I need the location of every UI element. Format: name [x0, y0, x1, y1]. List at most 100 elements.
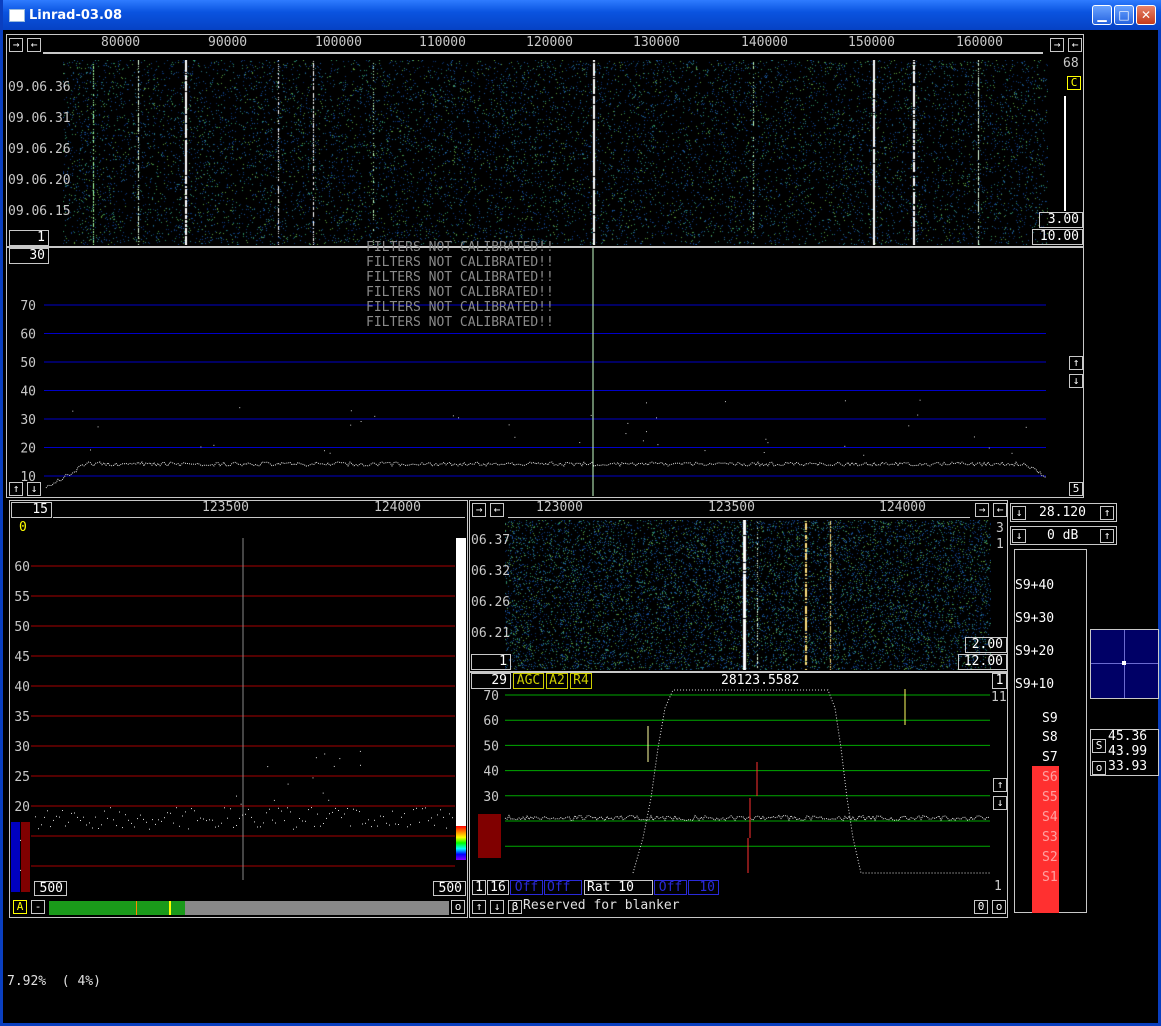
attenuation-value[interactable]: 0 dB [1047, 528, 1078, 543]
main-scroll-right-button-2[interactable]: → [1050, 38, 1064, 52]
hires-ctrl-off-3[interactable]: Off [654, 880, 687, 895]
hires-y-tick: 30 [483, 790, 499, 805]
atten-up-button[interactable]: ↑ [1100, 529, 1114, 543]
hires-waterfall-avg-box[interactable]: 1 [471, 654, 511, 670]
baseband-trace-point [146, 821, 147, 823]
a2-button[interactable]: A2 [546, 673, 568, 689]
hires-zoom-down-button[interactable]: ↓ [993, 796, 1007, 810]
hires-scroll-left-button[interactable]: ← [490, 503, 504, 517]
agc-button[interactable]: AGC [513, 673, 544, 689]
baseband-level-slider[interactable] [169, 901, 171, 915]
polarization-o-button[interactable]: o [1092, 761, 1106, 775]
baseband-trace-point [317, 813, 318, 815]
spectrum-level-up-button[interactable]: ↑ [9, 482, 23, 496]
r4-button[interactable]: R4 [570, 673, 592, 689]
hires-ctrl-1[interactable]: 1 [472, 880, 486, 895]
hires-zoom-up-button[interactable]: ↑ [993, 778, 1007, 792]
baseband-trace-point [437, 814, 438, 816]
atten-down-button[interactable]: ↓ [1012, 529, 1026, 543]
spectrum-zoom-up-button[interactable]: ↑ [1069, 356, 1083, 370]
baseband-trace-point [173, 822, 174, 824]
blanker-beta-button[interactable]: β [508, 900, 522, 914]
baseband-spectrum-graph[interactable]: 6055504540353025201510 [11, 520, 466, 880]
baseband-peak [328, 799, 330, 801]
baseband-trace-point [272, 819, 273, 821]
baseband-peak [236, 795, 237, 797]
baseband-a-button[interactable]: A [13, 900, 27, 914]
baseband-trace-point [311, 807, 312, 809]
s-meter-label: S3 [1042, 830, 1058, 845]
polarization-s-button[interactable]: S [1092, 739, 1106, 753]
main-waterfall-zero-box[interactable]: 10.00 [1032, 229, 1083, 245]
calibration-warning: FILTERS NOT CALIBRATED!! [366, 240, 554, 255]
hires-ctrl-off-1[interactable]: Off [510, 880, 543, 895]
baseband-o-button[interactable]: o [451, 900, 465, 914]
baseband-trace-point [302, 820, 303, 822]
hires-scroll-right-button-2[interactable]: → [975, 503, 989, 517]
blanker-o-button[interactable]: o [992, 900, 1006, 914]
baseband-left-box[interactable]: 15 [11, 502, 52, 518]
polarization-display[interactable] [1090, 629, 1159, 699]
hires-waterfall-display[interactable] [505, 520, 991, 670]
hires-ctrl-rat[interactable]: Rat 10 [584, 880, 653, 895]
baseband-level-bar[interactable] [49, 901, 449, 915]
main-freq-tick: 80000 [101, 35, 141, 50]
baseband-trace-point [338, 810, 339, 811]
spectrum-right-box[interactable]: 5 [1069, 482, 1083, 496]
blanker-up-button[interactable]: ↑ [472, 900, 486, 914]
baseband-bw-left-box[interactable]: 500 [34, 881, 67, 896]
baseband-trace-point [371, 826, 372, 828]
baseband-trace-point [194, 810, 195, 812]
main-scroll-right-button[interactable]: → [9, 38, 23, 52]
main-c-button[interactable]: C [1067, 76, 1081, 90]
hires-scroll-left-button-2[interactable]: ← [993, 503, 1007, 517]
close-button[interactable]: ✕ [1136, 5, 1156, 25]
polarization-value: 33.93 [1108, 759, 1148, 774]
baseband-trace-point [41, 824, 42, 826]
hires-right-box[interactable]: 1 [992, 673, 1007, 689]
main-spectrum-peak [844, 445, 846, 447]
spectrum-zoom-down-button[interactable]: ↓ [1069, 374, 1083, 388]
baseband-bw-right-box[interactable]: 500 [433, 881, 466, 896]
spectrum-level-down-button[interactable]: ↓ [27, 482, 41, 496]
baseband-trace-point [383, 816, 384, 818]
hires-waterfall-zero-box[interactable]: 12.00 [958, 654, 1007, 670]
hires-time-label: 06.32 [471, 564, 511, 579]
baseband-trace-point [419, 821, 420, 823]
hires-ctrl-off-2[interactable]: Off [544, 880, 582, 895]
main-time-label: 09.06.26 [8, 142, 71, 157]
frequency-value[interactable]: 28.120 [1039, 505, 1086, 520]
hires-ctrl-10[interactable]: 10 [688, 880, 719, 895]
hires-waterfall-gain-box[interactable]: 2.00 [965, 637, 1007, 653]
minimize-button[interactable]: ▁ [1092, 5, 1112, 25]
main-waterfall-display[interactable] [63, 60, 1048, 245]
title-bar[interactable]: Linrad-03.08 ▁ □ ✕ [3, 0, 1161, 30]
main-waterfall-avg-box[interactable]: 1 [9, 230, 49, 246]
baseband-trace-point [296, 826, 297, 828]
main-waterfall-gain-box[interactable]: 3.00 [1039, 212, 1083, 228]
blanker-down-button[interactable]: ↓ [490, 900, 504, 914]
s-meter-label: S9+20 [1015, 644, 1055, 659]
hires-ctrl-16[interactable]: 16 [487, 880, 509, 895]
baseband-trace-point [377, 825, 378, 827]
baseband-trace-point [254, 821, 255, 823]
baseband-trace-point [365, 822, 366, 824]
hires-scroll-right-button[interactable]: → [472, 503, 486, 517]
hires-freq-tick: 123000 [536, 500, 583, 515]
freq-up-button[interactable]: ↑ [1100, 506, 1114, 520]
hires-y-tick: 70 [483, 689, 499, 704]
main-spectrum-peak [590, 414, 592, 416]
maximize-button[interactable]: □ [1114, 5, 1134, 25]
main-scroll-left-button-2[interactable]: ← [1068, 38, 1082, 52]
main-spectrum-y-tick: 60 [20, 328, 36, 343]
baseband-minus-button[interactable]: - [31, 900, 45, 914]
blanker-zero-box[interactable]: 0 [974, 900, 988, 914]
baseband-trace-point [443, 816, 444, 818]
baseband-trace-point [350, 825, 351, 827]
main-spectrum-peak [973, 436, 975, 438]
hires-spectrum-graph[interactable]: 70605040302010 [473, 688, 993, 878]
hires-left-box[interactable]: 29 [471, 673, 511, 689]
freq-down-button[interactable]: ↓ [1012, 506, 1026, 520]
main-scroll-left-button[interactable]: ← [27, 38, 41, 52]
main-spectrum-peak [97, 426, 99, 428]
